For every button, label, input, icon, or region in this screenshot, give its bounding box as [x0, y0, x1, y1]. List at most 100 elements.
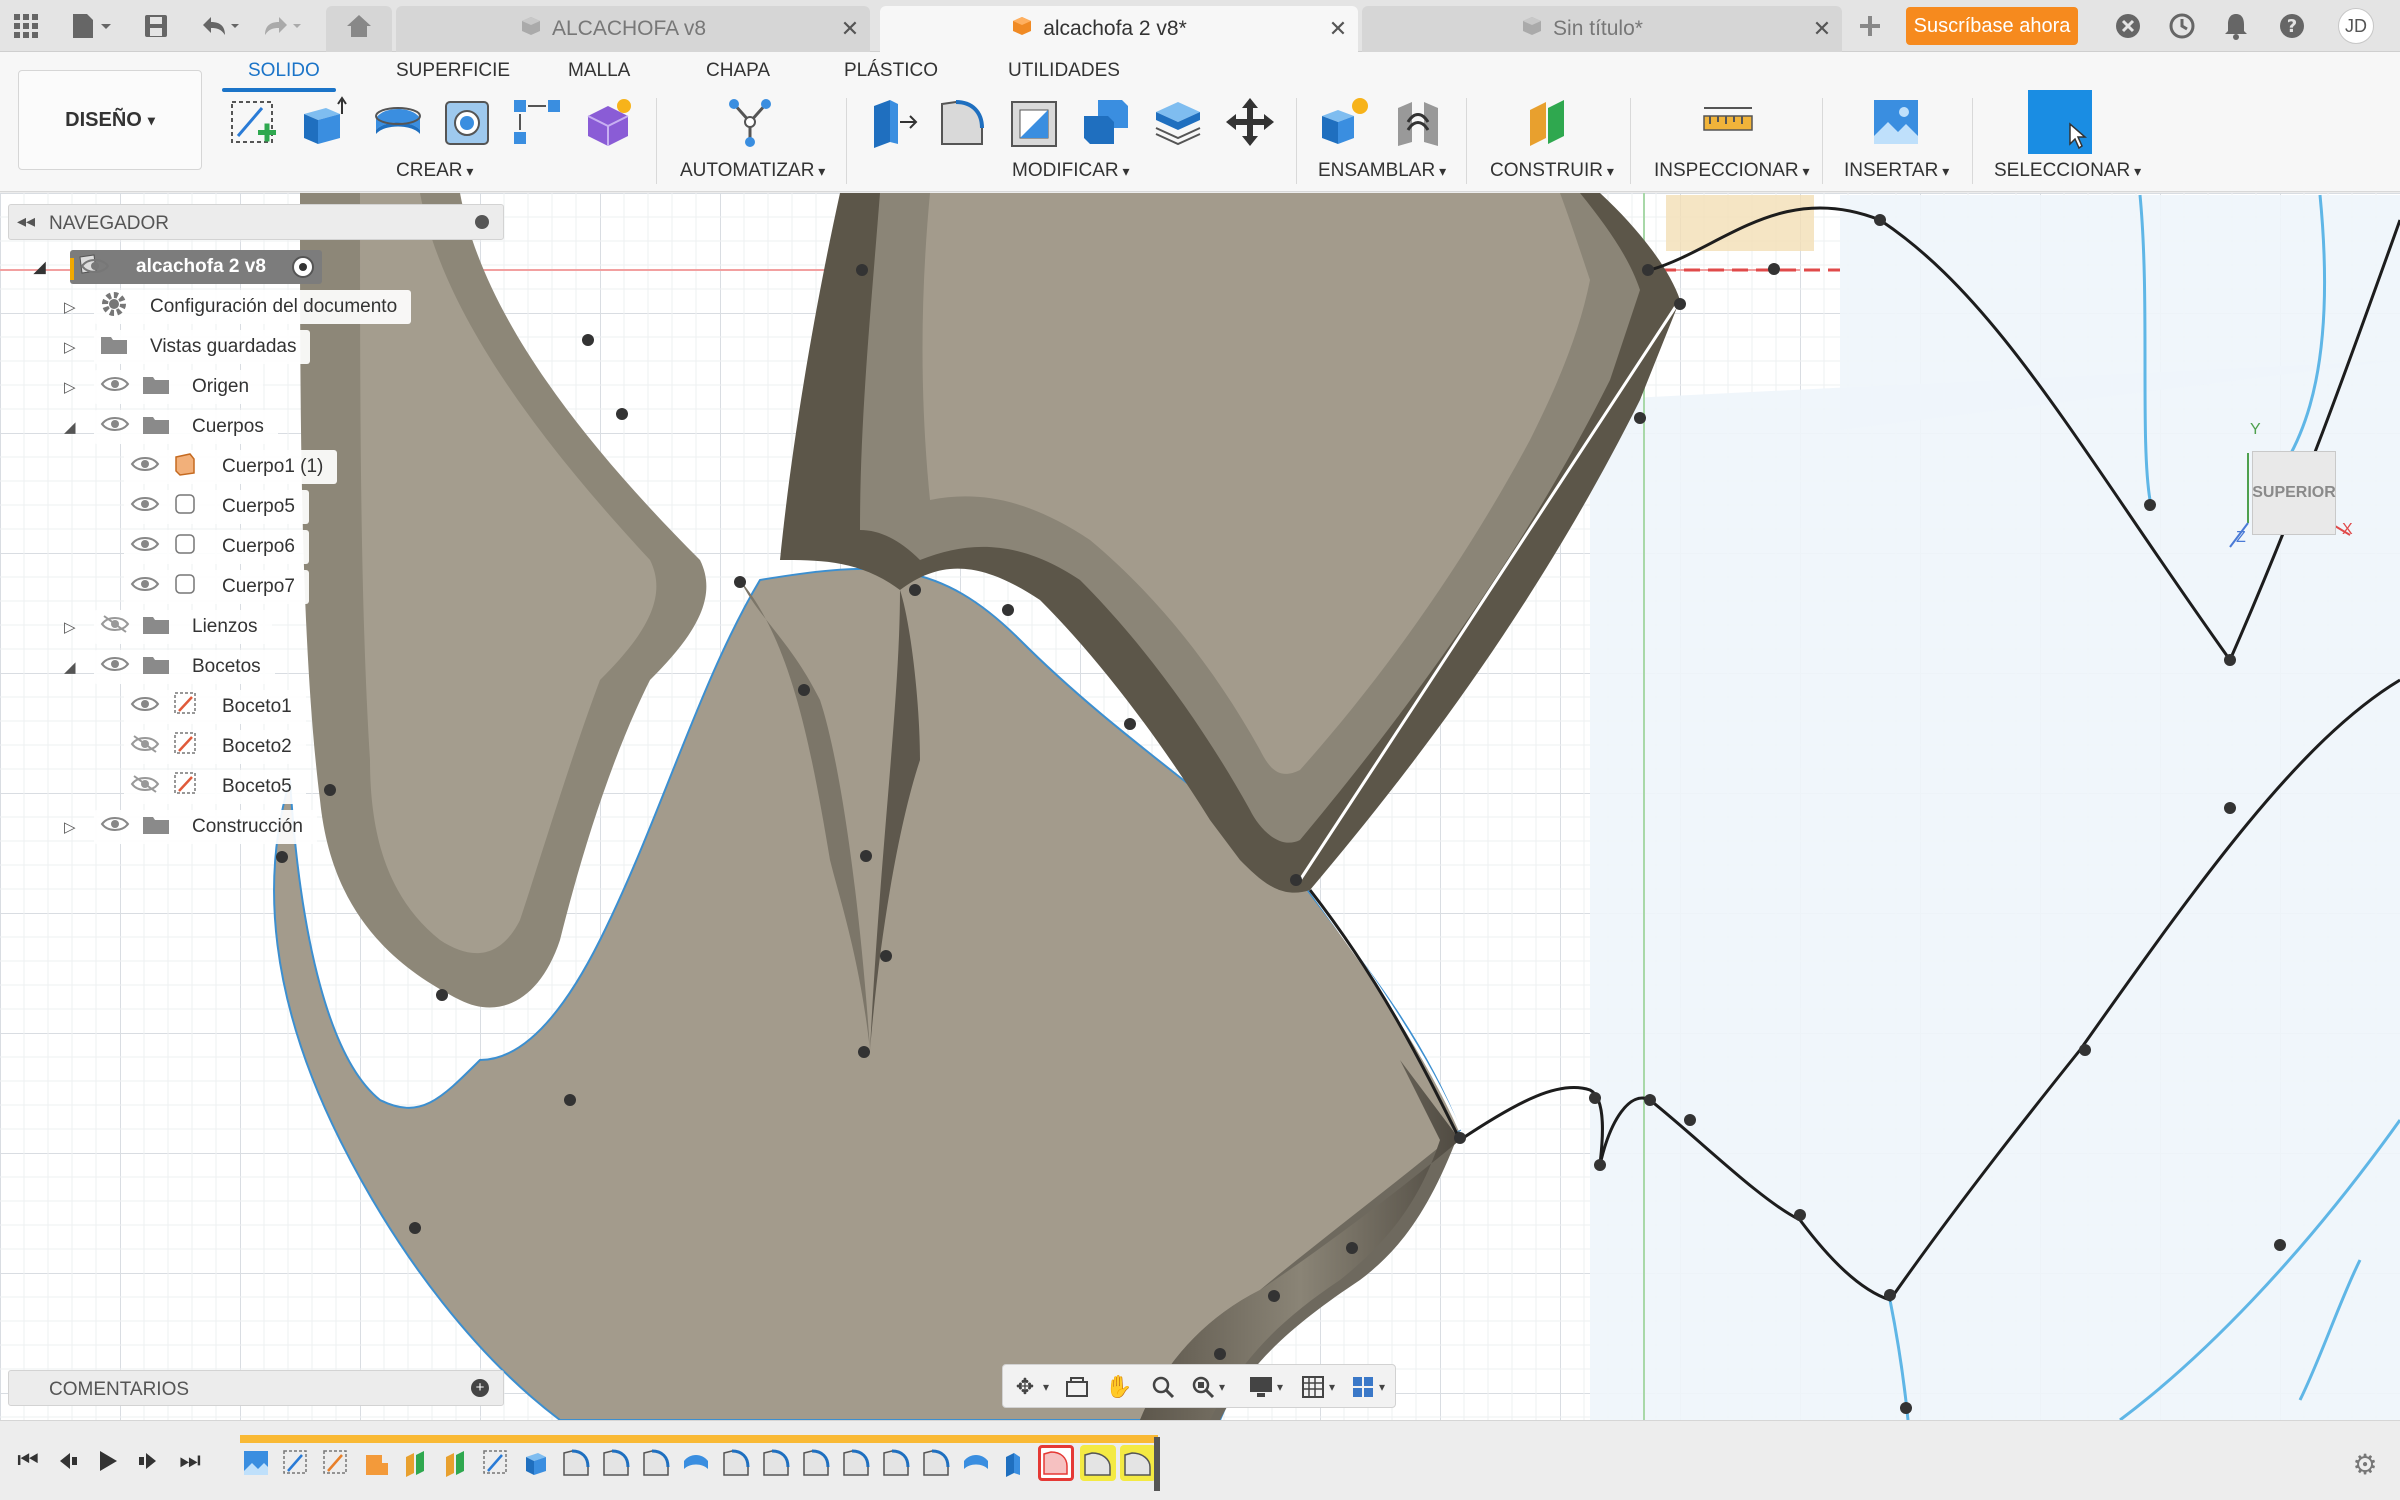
user-avatar[interactable]: JD [2338, 8, 2374, 44]
timeline-fillet-feature-icon[interactable] [640, 1447, 672, 1479]
viewcube-top-face[interactable]: SUPERIOR [2252, 451, 2336, 535]
tree-item-body-7[interactable]: Cuerpo7 [124, 570, 309, 604]
pattern-icon[interactable] [510, 94, 566, 150]
tree-item-sketch-1[interactable]: Boceto1 [124, 690, 306, 724]
joint-icon[interactable] [1390, 94, 1446, 150]
group-automatizar[interactable]: AUTOMATIZAR [680, 160, 825, 182]
tree-item-bodies[interactable]: ◢ Cuerpos [64, 410, 278, 444]
eye-icon[interactable] [100, 814, 130, 840]
group-ensamblar[interactable]: ENSAMBLAR [1318, 160, 1446, 182]
group-modificar[interactable]: MODIFICAR [1012, 160, 1130, 182]
eye-icon[interactable] [100, 654, 130, 680]
activate-radio-icon[interactable] [291, 256, 314, 278]
eye-icon[interactable] [130, 454, 160, 480]
home-tab[interactable] [326, 6, 392, 52]
chevron-down-icon[interactable]: ▾ [1215, 1373, 1229, 1401]
display-settings-icon[interactable] [1247, 1373, 1275, 1401]
timeline-fillet-feature-icon[interactable] [920, 1447, 952, 1479]
eye-icon[interactable] [130, 494, 160, 520]
play-icon[interactable] [94, 1447, 122, 1475]
notifications-bell-icon[interactable] [2220, 10, 2252, 42]
tab-alcachofa-2-v8[interactable]: alcachofa 2 v8* ✕ [880, 6, 1358, 52]
file-menu-icon[interactable] [66, 10, 116, 42]
eye-icon[interactable] [100, 414, 130, 440]
timeline-sketch-feature-icon[interactable] [480, 1447, 512, 1479]
timeline-sketch-feature-icon[interactable] [320, 1447, 352, 1479]
chevron-down-icon[interactable]: ▾ [1273, 1373, 1287, 1401]
zoom-icon[interactable] [1149, 1373, 1177, 1401]
expand-toggle-icon[interactable]: ▷ [64, 378, 76, 396]
close-icon[interactable]: ✕ [830, 16, 870, 42]
tree-item-sketches[interactable]: ◢ Bocetos [64, 650, 275, 684]
eye-icon[interactable] [130, 694, 160, 720]
help-icon[interactable]: ? [2276, 10, 2308, 42]
timeline-extrude-feature-icon[interactable] [1000, 1447, 1032, 1479]
eye-hidden-icon[interactable] [130, 734, 160, 760]
chevron-down-icon[interactable]: ▾ [1039, 1373, 1053, 1401]
timeline-plane-feature-icon[interactable] [440, 1447, 472, 1479]
timeline-fillet-feature-icon[interactable] [560, 1447, 592, 1479]
step-forward-icon[interactable] [134, 1447, 162, 1475]
timeline-extrude-feature-icon[interactable] [520, 1447, 552, 1479]
tab-utilidades[interactable]: UTILIDADES [1008, 60, 1120, 82]
model-canvas[interactable] [0, 193, 2400, 1420]
go-to-end-icon[interactable]: ⏭ [176, 1447, 204, 1475]
tab-sin-titulo[interactable]: Sin título* ✕ [1362, 6, 1842, 52]
automate-icon[interactable] [722, 94, 778, 150]
close-icon[interactable]: ✕ [1318, 16, 1358, 42]
timeline-fillet-feature-icon[interactable] [720, 1447, 752, 1479]
timeline-warning-feature-icon[interactable] [1080, 1445, 1116, 1481]
timeline-canvas-feature-icon[interactable] [240, 1447, 272, 1479]
expand-toggle-icon[interactable]: ▷ [64, 818, 76, 836]
expand-toggle-icon[interactable]: ▷ [64, 338, 76, 356]
panel-options-icon[interactable] [475, 215, 489, 229]
new-component-icon[interactable] [1316, 94, 1372, 150]
comments-panel[interactable]: COMENTARIOS + [8, 1370, 504, 1406]
redo-icon[interactable] [258, 10, 304, 42]
collapse-toggle-icon[interactable]: ◢ [64, 418, 76, 436]
group-inspeccionar[interactable]: INSPECCIONAR [1654, 160, 1810, 182]
tree-item-sketch-5[interactable]: Boceto5 [124, 770, 306, 804]
collapse-toggle-icon[interactable]: ◢ [64, 658, 76, 676]
tree-item-document-settings[interactable]: ▷ Configuración del documento [64, 290, 412, 324]
timeline-plane-feature-icon[interactable] [400, 1447, 432, 1479]
subscribe-button[interactable]: Suscríbase ahora [1906, 7, 2078, 45]
pan-hand-icon[interactable]: ✋ [1105, 1373, 1133, 1401]
offset-plane-icon[interactable] [1520, 94, 1576, 150]
move-copy-icon[interactable] [1222, 94, 1278, 150]
press-pull-icon[interactable] [864, 94, 920, 150]
tab-solido[interactable]: SOLIDO [248, 60, 320, 82]
combine-icon[interactable] [1078, 94, 1134, 150]
tree-item-origin[interactable]: ▷ Origen [64, 370, 264, 404]
workspace-switcher-button[interactable]: DISEÑO ▾ [18, 70, 202, 170]
tab-plastico[interactable]: PLÁSTICO [844, 60, 938, 82]
shell-icon[interactable] [1006, 94, 1062, 150]
extrude-icon[interactable] [296, 94, 352, 150]
measure-icon[interactable] [1700, 94, 1756, 150]
revolve-icon[interactable] [370, 94, 426, 150]
timeline-warning-feature-icon[interactable] [1120, 1445, 1156, 1481]
timeline-revolve-feature-icon[interactable] [680, 1447, 712, 1479]
tree-item-sketch-2[interactable]: Boceto2 [124, 730, 306, 764]
tree-item-body-1[interactable]: Cuerpo1 (1) [124, 450, 338, 484]
tree-item-canvases[interactable]: ▷ Lienzos [64, 610, 272, 644]
timeline-revolve-feature-icon[interactable] [960, 1447, 992, 1479]
select-icon[interactable] [2028, 90, 2092, 154]
chevron-down-icon[interactable]: ▾ [1375, 1373, 1389, 1401]
eye-icon[interactable] [130, 574, 160, 600]
new-tab-plus-icon[interactable] [1854, 10, 1886, 42]
extensions-icon[interactable] [2112, 10, 2144, 42]
tab-superficie[interactable]: SUPERFICIE [396, 60, 510, 82]
tree-item-saved-views[interactable]: ▷ Vistas guardadas [64, 330, 311, 364]
timeline-marker-handle[interactable] [1154, 1437, 1160, 1491]
tab-malla[interactable]: MALLA [568, 60, 630, 82]
timeline-fillet-feature-icon[interactable] [600, 1447, 632, 1479]
timeline-fillet-feature-icon[interactable] [800, 1447, 832, 1479]
timeline-fillet-feature-icon[interactable] [760, 1447, 792, 1479]
form-freeform-icon[interactable] [580, 94, 636, 150]
eye-hidden-icon[interactable] [100, 614, 130, 640]
expand-toggle-icon[interactable]: ▷ [64, 298, 76, 316]
expand-toggle-icon[interactable]: ◢ [34, 258, 46, 276]
save-icon[interactable] [140, 10, 172, 42]
job-status-icon[interactable] [2166, 10, 2198, 42]
